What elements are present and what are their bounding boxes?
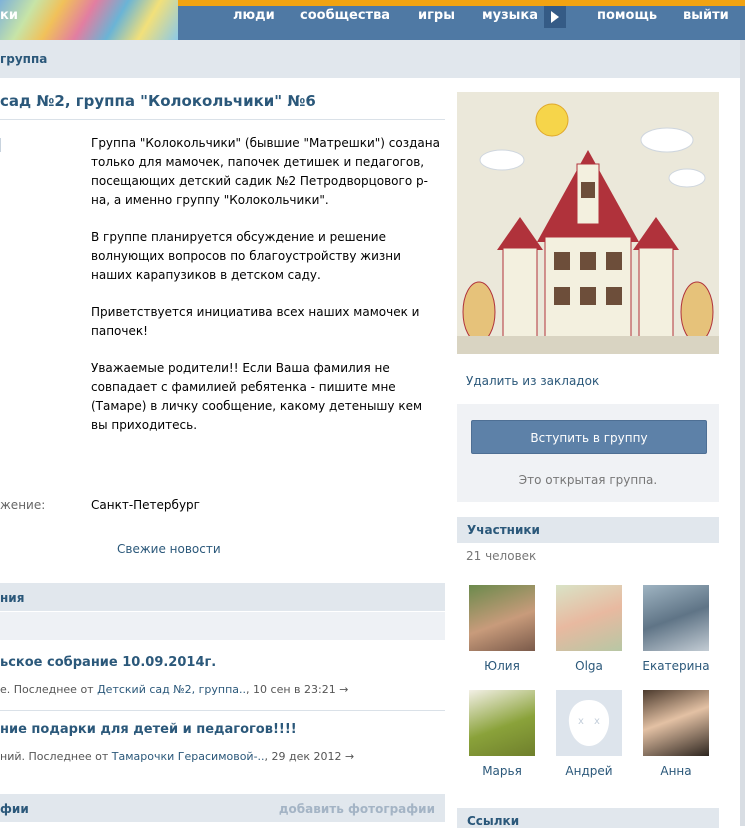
member-card[interactable]: Марья — [462, 690, 542, 778]
nav-music[interactable]: музыка — [482, 8, 538, 23]
member-name[interactable]: Анна — [636, 764, 716, 778]
members-header: Участники — [457, 517, 719, 543]
info-label-stub — [0, 138, 4, 152]
breadcrumb: группа — [0, 40, 740, 78]
add-photos-link[interactable]: добавить фотографии — [279, 802, 435, 816]
member-name[interactable]: Юлия — [462, 659, 542, 673]
photos-header: фии добавить фотографии — [0, 794, 445, 822]
avatar[interactable] — [469, 585, 535, 651]
default-avatar-icon: x x — [568, 700, 610, 746]
nav-communities[interactable]: сообщества — [300, 8, 390, 23]
avatar[interactable] — [556, 585, 622, 651]
avatar[interactable] — [643, 585, 709, 651]
topic-last-author[interactable]: Тамарочки Герасимовой-.. — [112, 750, 265, 763]
open-group-note: Это открытая группа. — [518, 473, 658, 487]
links-header: Ссылки — [457, 808, 719, 828]
remove-bookmark-link[interactable]: Удалить из закладок — [466, 374, 599, 388]
members-header-label[interactable]: Участники — [467, 523, 540, 537]
fresh-news-link[interactable]: Свежие новости — [117, 542, 221, 556]
title-divider — [0, 119, 445, 120]
member-card[interactable]: x x Андрей — [549, 690, 629, 778]
discussions-header: ния — [0, 583, 445, 611]
member-name[interactable]: Марья — [462, 764, 542, 778]
breadcrumb-label[interactable]: группа — [0, 52, 47, 66]
topic-last-author[interactable]: Детский сад №2, группа.. — [97, 683, 246, 696]
play-icon — [551, 11, 559, 23]
member-card[interactable]: Екатерина — [636, 585, 716, 673]
description-paragraph: Группа "Колокольчики" (бывшие "Матрешки"… — [91, 136, 440, 207]
nav-games[interactable]: игры — [418, 8, 455, 23]
avatar[interactable] — [643, 690, 709, 756]
topic-date: , 10 сен в 23:21 → — [246, 683, 349, 696]
topic-title[interactable]: ьское собрание 10.09.2014г. — [0, 655, 216, 670]
member-name[interactable]: Андрей — [549, 764, 629, 778]
join-group-button[interactable]: Вступить в группу — [471, 420, 707, 454]
page-title: сад №2, группа "Колокольчики" №6 — [0, 92, 316, 110]
location-label: жение: — [0, 498, 46, 512]
member-name[interactable]: Olga — [549, 659, 629, 673]
member-card[interactable]: Анна — [636, 690, 716, 778]
topic-title[interactable]: ние подарки для детей и педагогов!!!! — [0, 722, 297, 737]
discussions-subbar — [0, 612, 445, 640]
topic-date: , 29 дек 2012 → — [264, 750, 355, 763]
cover-illustration — [457, 92, 719, 354]
member-card[interactable]: Юлия — [462, 585, 542, 673]
group-description: Группа "Колокольчики" (бывшие "Матрешки"… — [91, 134, 441, 453]
description-paragraph: В группе планируется обсуждение и решени… — [91, 230, 401, 282]
photos-header-label[interactable]: фии — [0, 802, 29, 816]
member-name[interactable]: Екатерина — [636, 659, 716, 673]
nav-logout[interactable]: выйти — [683, 8, 729, 23]
top-bar: ки люди сообщества игры музыка помощь вы… — [0, 0, 745, 40]
music-play-button[interactable] — [544, 6, 566, 28]
members-count[interactable]: 21 человек — [466, 549, 536, 563]
topic-meta-prefix: ний. Последнее от — [0, 750, 112, 763]
group-cover-image[interactable] — [457, 92, 719, 354]
svg-text:x: x — [594, 716, 600, 727]
nav-help[interactable]: помощь — [597, 8, 657, 23]
top-nav: люди сообщества игры музыка помощь выйти — [0, 8, 745, 30]
scrollbar[interactable] — [740, 40, 745, 826]
nav-people[interactable]: люди — [233, 8, 275, 23]
svg-text:x: x — [578, 716, 584, 727]
topic-meta-prefix: е. Последнее от — [0, 683, 98, 696]
avatar[interactable] — [469, 690, 535, 756]
discussions-header-label[interactable]: ния — [0, 591, 24, 605]
avatar[interactable]: x x — [556, 690, 622, 756]
header-accent-strip — [178, 0, 745, 6]
topic-meta: е. Последнее от Детский сад №2, группа..… — [0, 683, 348, 696]
description-paragraph: Приветствуется инициатива всех наших мам… — [91, 305, 420, 338]
topic-divider — [0, 710, 445, 711]
location-value: Санкт-Петербург — [91, 498, 200, 512]
description-paragraph: Уважаемые родители!! Если Ваша фамилия н… — [91, 361, 423, 432]
topic-meta: ний. Последнее от Тамарочки Герасимовой-… — [0, 750, 354, 763]
member-card[interactable]: Olga — [549, 585, 629, 673]
